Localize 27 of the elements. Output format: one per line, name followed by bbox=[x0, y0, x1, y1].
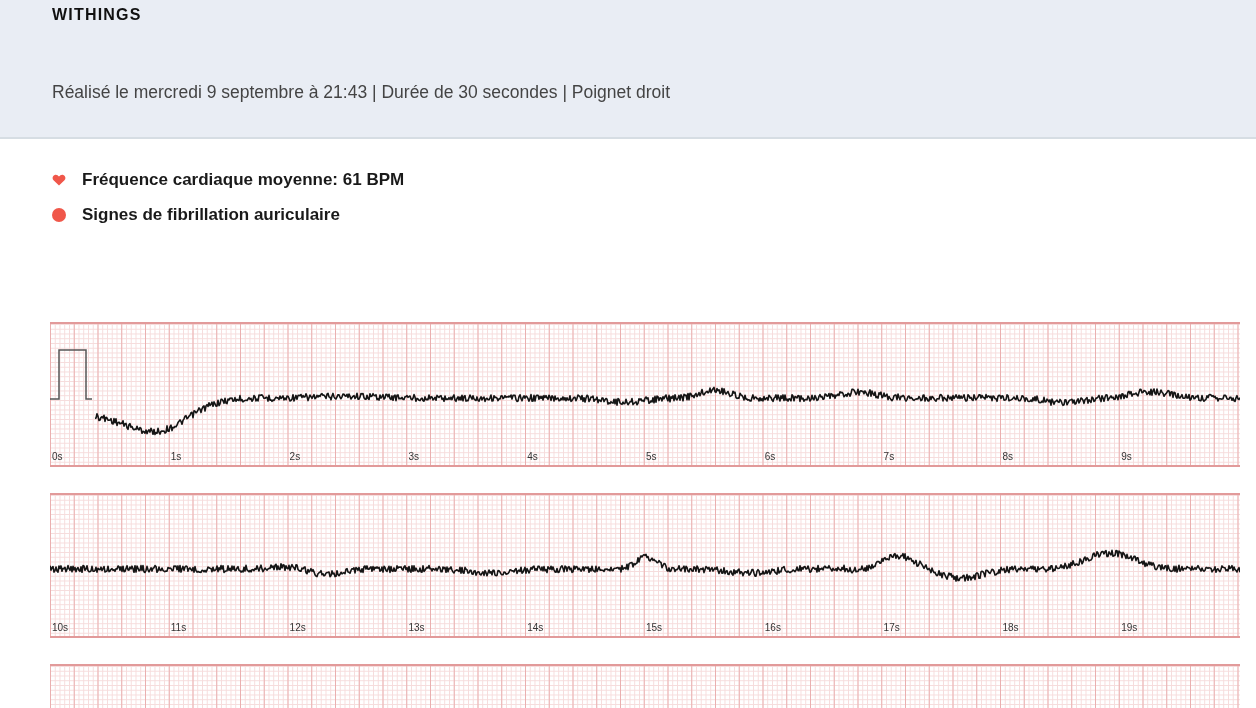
calibration-pulse bbox=[50, 349, 93, 400]
time-label: 11s bbox=[170, 622, 187, 633]
status-dot-icon bbox=[52, 208, 66, 222]
time-label: 13s bbox=[408, 622, 425, 633]
time-label: 15s bbox=[646, 622, 663, 633]
time-label: 16s bbox=[764, 622, 781, 633]
time-label: 8s bbox=[1002, 451, 1013, 462]
time-label: 0s bbox=[52, 451, 63, 462]
time-label: 1s bbox=[170, 451, 182, 462]
time-label: 14s bbox=[527, 622, 544, 633]
brand-logo: WITHINGS bbox=[52, 6, 142, 24]
finding-text: Signes de fibrillation auriculaire bbox=[82, 205, 340, 225]
time-label: 19s bbox=[1121, 622, 1138, 633]
time-label: 9s bbox=[1121, 451, 1132, 462]
time-label: 10s bbox=[52, 622, 69, 633]
time-label: 7s bbox=[883, 451, 895, 462]
time-label: 4s bbox=[527, 451, 538, 462]
time-label: 2s bbox=[289, 451, 301, 462]
recording-details: Réalisé le mercredi 9 septembre à 21:43 | Durée de 30 secondes | Poignet droit bbox=[52, 82, 671, 103]
time-label: 3s bbox=[408, 451, 419, 462]
finding-text: Fréquence cardiaque moyenne: 61 BPM bbox=[82, 170, 405, 190]
time-label: 5s bbox=[646, 451, 657, 462]
time-label: 6s bbox=[764, 451, 776, 462]
time-label: 12s bbox=[289, 622, 306, 633]
time-label: 17s bbox=[883, 622, 900, 633]
time-label: 18s bbox=[1002, 622, 1019, 633]
heart-icon bbox=[52, 174, 66, 186]
